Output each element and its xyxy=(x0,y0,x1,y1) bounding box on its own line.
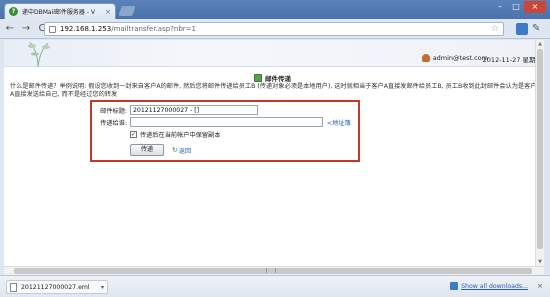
subject-input[interactable]: 20121127000027 - [] xyxy=(130,105,258,115)
bookmark-star-icon[interactable]: ☆ xyxy=(491,24,499,34)
target-input[interactable] xyxy=(130,117,323,127)
keep-copy-row: ✓ 传递后在当前帐户中保留副本 xyxy=(130,130,220,139)
action-row: 传递 ↻ 返回 xyxy=(130,144,191,156)
close-shelf-icon[interactable]: × xyxy=(537,282,543,290)
url-path: /mailtransfer.asp?nbr=1 xyxy=(111,25,196,33)
tab-strip: ? 递中DBMail邮件服务器 - V × – □ × xyxy=(0,0,550,19)
horizontal-scrollbar[interactable] xyxy=(4,266,544,275)
download-item[interactable]: 20121127000027.eml ▾ xyxy=(6,280,108,294)
vertical-scroll-thumb[interactable] xyxy=(537,49,543,249)
return-icon: ↻ xyxy=(172,146,178,154)
extension-icon[interactable] xyxy=(516,23,528,35)
tab-close-icon[interactable]: × xyxy=(105,8,111,16)
plant-logo-icon xyxy=(28,41,50,67)
vertical-scrollbar[interactable]: ▲ ▼ xyxy=(535,40,544,266)
page-banner: admin@test.com 2012-11-27 星期二 xyxy=(4,40,544,67)
return-link[interactable]: 返回 xyxy=(179,146,191,155)
close-window-button[interactable]: × xyxy=(524,1,546,13)
back-button[interactable]: ← xyxy=(4,23,16,35)
downloads-icon xyxy=(450,282,459,290)
download-menu-icon[interactable]: ▾ xyxy=(101,284,104,291)
browser-tab[interactable]: ? 递中DBMail邮件服务器 - V × xyxy=(4,3,116,19)
page-icon xyxy=(49,25,56,33)
scroll-grip-icon xyxy=(266,268,276,273)
page-title-text: 邮件传递 xyxy=(265,75,291,83)
address-book-link[interactable]: <地址簿 xyxy=(327,118,351,127)
target-row: 传递给谁: <地址簿 xyxy=(92,117,351,127)
window-controls: – □ × xyxy=(492,1,546,13)
tab-title: 递中DBMail邮件服务器 - V xyxy=(22,9,96,16)
current-user: admin@test.com xyxy=(421,54,488,62)
forward-button[interactable]: 传递 xyxy=(130,144,164,156)
download-shelf: 20121127000027.eml ▾ Show all downloads.… xyxy=(0,275,550,297)
minimize-button[interactable]: – xyxy=(492,1,508,13)
scroll-down-arrow-icon[interactable]: ▼ xyxy=(536,258,544,266)
target-label: 传递给谁: xyxy=(100,119,127,127)
maximize-button[interactable]: □ xyxy=(508,1,524,13)
keep-copy-label: 传递后在当前帐户中保留副本 xyxy=(140,132,221,139)
url-host: 192.168.1.253 xyxy=(60,25,112,33)
show-all-downloads[interactable]: Show all downloads... xyxy=(450,282,528,290)
subject-row: 邮件标题: 20121127000027 - [] xyxy=(92,105,258,115)
subject-label: 邮件标题: xyxy=(100,107,127,115)
forward-form: 邮件标题: 20121127000027 - [] 传递给谁: <地址簿 ✓ 传… xyxy=(90,100,360,162)
forward-button[interactable]: → xyxy=(20,23,32,35)
page-title: 邮件传递 xyxy=(254,73,291,83)
back-action[interactable]: ↻ 返回 xyxy=(172,146,191,155)
wrench-menu-icon[interactable]: ✎ xyxy=(532,23,544,35)
help-text: 什么是邮件传递？举例说明: 假设您收到一封来自客户A的邮件, 然后您将邮件传递给… xyxy=(10,83,537,98)
favicon-icon: ? xyxy=(9,7,18,16)
current-date: 2012-11-27 星期二 xyxy=(482,56,542,64)
user-icon xyxy=(421,54,430,62)
scroll-up-arrow-icon[interactable]: ▲ xyxy=(536,40,544,48)
show-all-downloads-link[interactable]: Show all downloads... xyxy=(461,283,528,290)
page-viewport: admin@test.com 2012-11-27 星期二 邮件传递 什么是邮件… xyxy=(4,40,544,275)
browser-toolbar: ← → C 192.168.1.253 /mailtransfer.asp?nb… xyxy=(0,19,550,39)
file-icon xyxy=(10,282,17,292)
keep-copy-checkbox[interactable]: ✓ xyxy=(130,131,137,138)
mail-forward-icon xyxy=(254,74,262,82)
new-tab-button[interactable] xyxy=(118,6,136,16)
address-bar[interactable]: 192.168.1.253 /mailtransfer.asp?nbr=1 ☆ xyxy=(44,22,504,36)
download-filename: 20121127000027.eml xyxy=(21,283,90,291)
user-email: admin@test.com xyxy=(432,54,488,62)
toolbar-right: ✎ xyxy=(516,23,544,35)
